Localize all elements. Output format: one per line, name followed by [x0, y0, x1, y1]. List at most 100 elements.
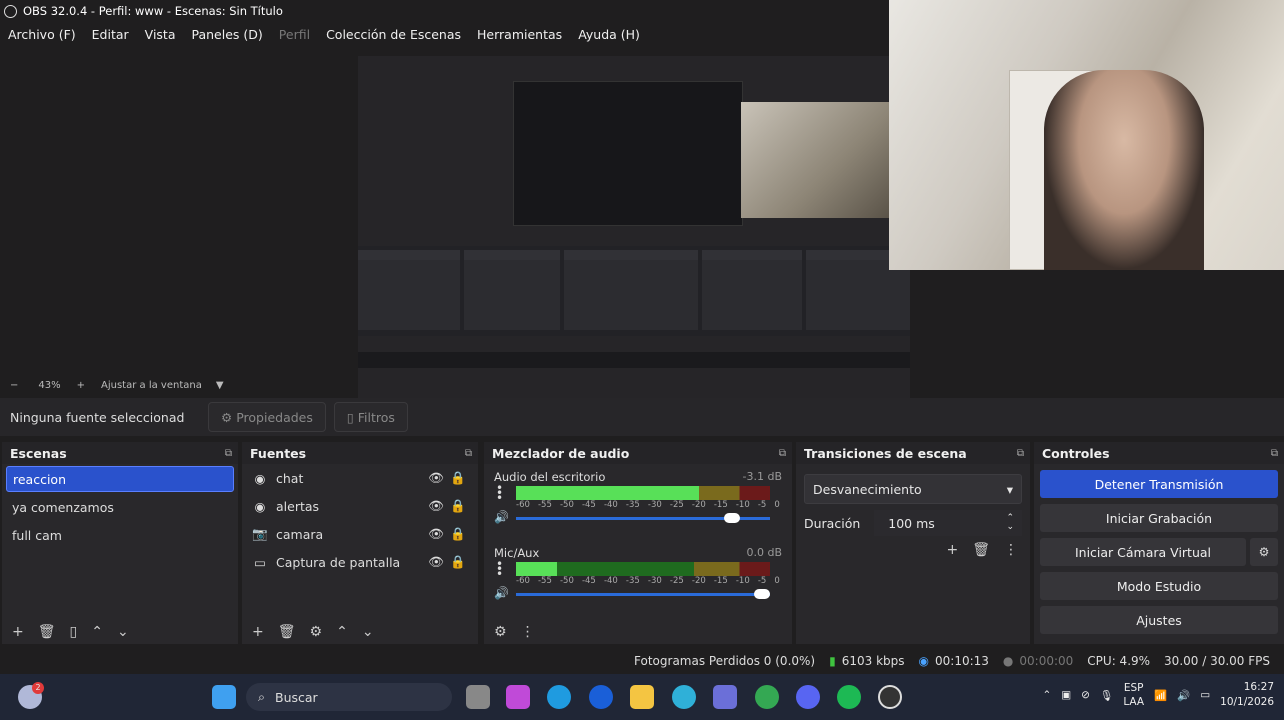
menu-paneles[interactable]: Paneles (D): [184, 27, 271, 42]
sources-title: Fuentes: [250, 445, 307, 461]
stepper-arrows-icon[interactable]: ⌃ ⌄: [1006, 514, 1014, 532]
meter-tick: -35: [625, 576, 640, 586]
lock-icon[interactable]: 🔒: [450, 526, 466, 542]
undock-icon[interactable]: ⧉: [1271, 448, 1278, 459]
eye-icon[interactable]: 👁: [428, 470, 444, 486]
source-item[interactable]: ◉ alertas 👁 🔒: [242, 492, 478, 520]
stop-stream-button[interactable]: Detener Transmisión: [1040, 470, 1278, 498]
mixer-channel: Audio del escritorio -3.1 dB • • • -60 -55-…: [494, 470, 782, 540]
system-tray: ⌃ ▣ ⊘ 🎙 ESP LAA 📶 🔊 ▭ 16:27 10/1/2026: [1042, 680, 1274, 710]
undock-icon[interactable]: ⧉: [465, 448, 472, 459]
nested-camera-feed: [741, 102, 889, 218]
settings-button[interactable]: Ajustes: [1040, 606, 1278, 634]
lock-icon[interactable]: 🔒: [450, 554, 466, 570]
add-icon[interactable]: +: [946, 542, 958, 558]
add-icon[interactable]: +: [252, 624, 264, 640]
start-virtualcam-button[interactable]: Iniciar Cámara Virtual: [1040, 538, 1246, 566]
menu-coleccion[interactable]: Colección de Escenas: [318, 27, 469, 42]
edge-icon[interactable]: [547, 685, 571, 709]
menu-archivo[interactable]: Archivo (F): [0, 27, 84, 42]
eye-icon[interactable]: 👁: [428, 554, 444, 570]
obs-icon[interactable]: [878, 685, 902, 709]
audio-mixer-dock: Mezclador de audio ⧉ Audio del escritorio…: [484, 442, 792, 644]
gear-icon[interactable]: ⚙: [310, 624, 323, 640]
clock[interactable]: 16:27 10/1/2026: [1220, 680, 1274, 710]
meter-ticks: -60 -55 -50 -45 -40 -35 -30 -25 -20 -15 -10 -5 0: [516, 500, 780, 510]
tray-app-icon[interactable]: ▣: [1061, 689, 1071, 701]
lock-icon[interactable]: 🔒: [450, 470, 466, 486]
nested-taskbar: [358, 352, 910, 368]
source-item[interactable]: ◉ chat 👁 🔒: [242, 464, 478, 492]
eye-icon[interactable]: 👁: [428, 498, 444, 514]
trash-icon[interactable]: 🗑: [278, 624, 296, 640]
undock-icon[interactable]: ⧉: [225, 448, 232, 459]
undock-icon[interactable]: ⧉: [1017, 448, 1024, 459]
mixer-channel: Mic/Aux 0.0 dB • • • -60 -55 -50 -45 -40 -35 -30…: [494, 546, 782, 616]
spotify-icon[interactable]: [837, 685, 861, 709]
menu-vista[interactable]: Vista: [137, 27, 184, 42]
channel-menu-icon[interactable]: • • •: [496, 558, 503, 580]
dropped-frames: Fotogramas Perdidos 0 (0.0%): [634, 654, 816, 668]
task-view-icon[interactable]: [466, 685, 490, 709]
app-icon[interactable]: [672, 685, 696, 709]
windows-start-icon[interactable]: [212, 685, 236, 709]
explorer-icon[interactable]: [630, 685, 654, 709]
volume-icon[interactable]: 🔊: [1177, 689, 1190, 702]
scene-item[interactable]: full cam: [6, 522, 234, 548]
channel-name: Audio del escritorio: [494, 470, 606, 484]
microphone-icon[interactable]: 🎙: [1100, 689, 1113, 702]
start-recording-button[interactable]: Iniciar Grabación: [1040, 504, 1278, 532]
chrome-icon[interactable]: [755, 685, 779, 709]
volume-slider-handle[interactable]: [754, 589, 770, 599]
chevron-down-icon[interactable]: ▼: [216, 380, 224, 391]
trash-icon[interactable]: 🗑: [972, 542, 990, 558]
fit-window-select[interactable]: Ajustar a la ventana: [101, 380, 202, 391]
chevron-down-icon[interactable]: ⌄: [117, 624, 129, 640]
menu-ayuda[interactable]: Ayuda (H): [570, 27, 648, 42]
scene-item[interactable]: reaccion: [6, 466, 234, 492]
filters-button[interactable]: ▯ Filtros: [333, 402, 408, 432]
source-item[interactable]: 📷 camara 👁 🔒: [242, 520, 478, 548]
gear-icon[interactable]: ⚙: [1250, 538, 1278, 566]
teams-icon[interactable]: [713, 685, 737, 709]
discord-icon[interactable]: [796, 685, 820, 709]
eye-icon[interactable]: 👁: [428, 526, 444, 542]
add-icon[interactable]: +: [12, 624, 24, 640]
chevron-up-icon[interactable]: ⌃: [1042, 689, 1051, 701]
source-item[interactable]: ▭ Captura de pantalla 👁 🔒: [242, 548, 478, 576]
speaker-icon[interactable]: 🔊: [494, 586, 509, 600]
volume-slider-handle[interactable]: [723, 513, 740, 523]
trash-icon[interactable]: 🗑: [38, 624, 56, 640]
menu-editar[interactable]: Editar: [84, 27, 137, 42]
chevron-down-icon[interactable]: ⌄: [362, 624, 374, 640]
meter-tick: -20: [691, 500, 706, 510]
zoom-in-button[interactable]: +: [77, 380, 85, 391]
menu-dots-icon[interactable]: ⋮: [521, 624, 535, 640]
scene-item[interactable]: ya comenzamos: [6, 494, 234, 520]
menu-dots-icon[interactable]: ⋮: [1004, 542, 1018, 558]
battery-icon[interactable]: ▭: [1200, 689, 1210, 701]
undock-icon[interactable]: ⧉: [779, 448, 786, 459]
menu-perfil[interactable]: Perfil: [271, 27, 318, 42]
lock-icon[interactable]: 🔒: [450, 498, 466, 514]
tray-app-icon[interactable]: ⊘: [1081, 689, 1090, 701]
wifi-icon[interactable]: 📶: [1154, 689, 1167, 702]
studio-mode-button[interactable]: Modo Estudio: [1040, 572, 1278, 600]
speaker-icon[interactable]: 🔊: [494, 510, 509, 524]
chevron-up-icon[interactable]: ⌃: [91, 624, 103, 640]
transition-select[interactable]: Desvanecimiento ▾: [804, 474, 1022, 504]
hp-icon[interactable]: [589, 685, 613, 709]
filter-icon[interactable]: ▯: [70, 624, 78, 640]
zoom-out-button[interactable]: −: [10, 380, 18, 391]
channel-menu-icon[interactable]: • • •: [496, 482, 503, 504]
menu-herramientas[interactable]: Herramientas: [469, 27, 570, 42]
copilot-icon[interactable]: [506, 685, 530, 709]
chevron-up-icon[interactable]: ⌃: [336, 624, 348, 640]
taskbar-search[interactable]: ⌕ Buscar: [246, 683, 452, 711]
properties-button[interactable]: ⚙ Propiedades: [208, 402, 326, 432]
volume-slider[interactable]: [516, 593, 770, 596]
duration-stepper[interactable]: 100 ms ⌃ ⌄: [874, 510, 1022, 536]
meter-tick: -5: [757, 576, 767, 586]
language-indicator[interactable]: ESP LAA: [1123, 681, 1144, 709]
gear-icon[interactable]: ⚙: [494, 624, 507, 640]
